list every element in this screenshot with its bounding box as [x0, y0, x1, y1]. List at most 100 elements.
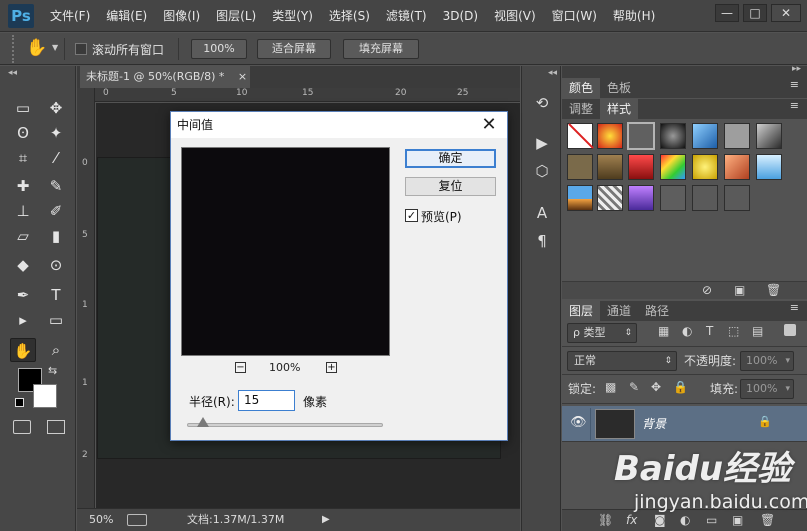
- layer-kind-filter[interactable]: ρ 类型 ⇕: [567, 323, 637, 343]
- zoom-100-button[interactable]: 100%: [191, 39, 247, 59]
- document-tab-close-icon[interactable]: ×: [238, 70, 247, 83]
- dialog-close-icon[interactable]: ✕: [479, 115, 499, 135]
- status-zoom[interactable]: 50%: [89, 509, 113, 531]
- delete-style-icon[interactable]: 🗑: [766, 283, 781, 297]
- panel-menu-icon[interactable]: ≡: [790, 99, 799, 112]
- ok-button[interactable]: 确定: [405, 149, 496, 168]
- opacity-input[interactable]: 100% ▾: [740, 351, 794, 371]
- style-swatch[interactable]: [756, 154, 782, 180]
- paragraph-panel-icon[interactable]: ¶: [529, 230, 555, 252]
- menu-edit[interactable]: 编辑(E): [98, 0, 155, 32]
- healing-brush-tool-icon[interactable]: ✚: [10, 174, 36, 198]
- menu-help[interactable]: 帮助(H): [605, 0, 663, 32]
- style-swatch[interactable]: [692, 185, 718, 211]
- dodge-tool-icon[interactable]: ⊙: [43, 253, 69, 277]
- eyedropper-tool-icon[interactable]: ⁄: [43, 146, 69, 170]
- type-tool-icon[interactable]: T: [43, 283, 69, 307]
- menu-filter[interactable]: 滤镜(T): [378, 0, 435, 32]
- quick-mask-icon[interactable]: [13, 420, 31, 434]
- swap-colors-icon[interactable]: ⇆: [48, 364, 57, 377]
- default-colors-icon[interactable]: [15, 398, 24, 407]
- tool-preset-chevron-icon[interactable]: ▼: [52, 43, 58, 52]
- pen-tool-icon[interactable]: ✒: [10, 283, 36, 307]
- style-swatch[interactable]: [660, 123, 686, 149]
- document-tab[interactable]: 未标题-1 @ 50%(RGB/8) * ×: [80, 66, 250, 88]
- collapse-panels-icon[interactable]: ▸▸: [792, 64, 801, 74]
- lock-all-icon[interactable]: 🔒: [673, 380, 688, 394]
- layer-name[interactable]: 背景: [642, 415, 666, 432]
- hand-tool-button-icon[interactable]: ✋: [10, 338, 36, 362]
- style-swatch-none[interactable]: [567, 123, 594, 149]
- style-swatch[interactable]: [692, 123, 718, 149]
- lock-transparent-icon[interactable]: ▩: [605, 380, 616, 394]
- blur-tool-icon[interactable]: ◆: [10, 253, 36, 277]
- style-swatch[interactable]: [628, 185, 654, 211]
- background-color-swatch[interactable]: [33, 384, 57, 408]
- style-swatch[interactable]: [567, 154, 593, 180]
- style-swatch[interactable]: [756, 123, 782, 149]
- gradient-tool-icon[interactable]: ▮: [43, 224, 69, 248]
- style-swatch[interactable]: [567, 185, 593, 211]
- blend-mode-select[interactable]: 正常 ⇕: [567, 351, 677, 371]
- fill-input[interactable]: 100% ▾: [740, 379, 794, 399]
- menu-file[interactable]: 文件(F): [42, 0, 98, 32]
- panel-menu-icon[interactable]: ≡: [790, 78, 799, 91]
- brush-tool-icon[interactable]: ✎: [43, 174, 69, 198]
- style-swatch[interactable]: [597, 185, 623, 211]
- menu-image[interactable]: 图像(I): [155, 0, 208, 32]
- marquee-tool-icon[interactable]: ▭: [10, 96, 36, 120]
- zoom-out-button[interactable]: −: [235, 362, 246, 373]
- style-swatch[interactable]: [724, 185, 750, 211]
- visibility-eye-icon[interactable]: 👁: [570, 415, 587, 430]
- filter-adjustment-icon[interactable]: ◐: [682, 324, 692, 338]
- window-close-button[interactable]: ✕: [771, 4, 801, 22]
- character-panel-icon[interactable]: A: [529, 202, 555, 224]
- radius-slider-thumb[interactable]: [196, 417, 209, 427]
- reset-button[interactable]: 复位: [405, 177, 496, 196]
- menu-select[interactable]: 选择(S): [321, 0, 378, 32]
- preview-checkbox[interactable]: ✓: [405, 209, 418, 222]
- style-swatch[interactable]: [628, 154, 654, 180]
- 3d-panel-icon[interactable]: ⬡: [529, 160, 555, 182]
- tab-styles[interactable]: 样式: [600, 99, 639, 119]
- style-swatch[interactable]: [692, 154, 718, 180]
- menu-3d[interactable]: 3D(D): [435, 0, 486, 32]
- menu-type[interactable]: 类型(Y): [264, 0, 321, 32]
- style-swatch[interactable]: [724, 154, 750, 180]
- magic-wand-tool-icon[interactable]: ✦: [43, 121, 69, 145]
- style-swatch[interactable]: [660, 154, 686, 180]
- style-swatch[interactable]: [660, 185, 686, 211]
- menu-window[interactable]: 窗口(W): [544, 0, 605, 32]
- path-selection-tool-icon[interactable]: ▸: [10, 308, 36, 332]
- filter-preview[interactable]: [181, 147, 390, 356]
- filter-type-icon[interactable]: T: [706, 324, 713, 338]
- style-swatch[interactable]: [597, 123, 623, 149]
- lock-position-icon[interactable]: ✥: [651, 380, 661, 394]
- fill-screen-button[interactable]: 填充屏幕: [343, 39, 419, 59]
- tab-adjustments[interactable]: 调整: [562, 99, 600, 119]
- rectangle-tool-icon[interactable]: ▭: [43, 308, 69, 332]
- link-layers-icon[interactable]: ⛓: [598, 513, 613, 527]
- lock-image-icon[interactable]: ✎: [629, 380, 639, 394]
- menu-view[interactable]: 视图(V): [486, 0, 544, 32]
- radius-input[interactable]: 15: [238, 390, 295, 411]
- status-info-icon[interactable]: [127, 514, 147, 526]
- history-panel-icon[interactable]: ⟲: [529, 92, 555, 114]
- zoom-tool-icon[interactable]: ⌕: [43, 338, 69, 362]
- filter-shape-icon[interactable]: ⬚: [728, 324, 739, 338]
- style-swatch[interactable]: [724, 123, 750, 149]
- tab-paths[interactable]: 路径: [638, 301, 676, 321]
- style-swatch-selected[interactable]: [627, 122, 655, 150]
- filter-pixel-icon[interactable]: ▦: [658, 324, 669, 338]
- menu-layer[interactable]: 图层(L): [208, 0, 264, 32]
- clear-style-icon[interactable]: ⊘: [702, 283, 712, 297]
- fit-screen-button[interactable]: 适合屏幕: [257, 39, 331, 59]
- minimize-button[interactable]: —: [715, 4, 739, 22]
- options-bar-grip[interactable]: [12, 35, 16, 63]
- scroll-all-windows-checkbox[interactable]: [75, 43, 87, 55]
- filter-smart-object-icon[interactable]: ▤: [752, 324, 763, 338]
- eraser-tool-icon[interactable]: ▱: [10, 224, 36, 248]
- actions-panel-icon[interactable]: ▶: [529, 132, 555, 154]
- screen-mode-icon[interactable]: [47, 420, 65, 434]
- tab-layers[interactable]: 图层: [562, 301, 601, 321]
